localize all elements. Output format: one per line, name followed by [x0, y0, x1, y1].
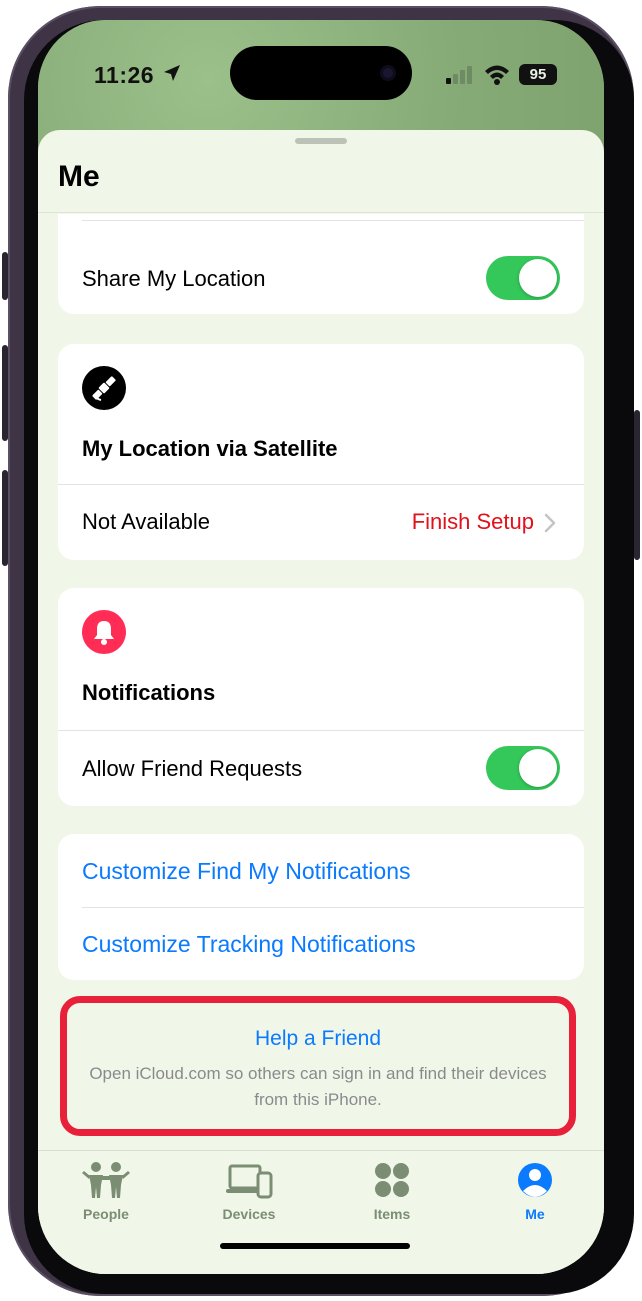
wifi-icon [485, 65, 509, 85]
satellite-status-label: Not Available [82, 509, 211, 534]
allow-friend-requests-toggle[interactable] [486, 746, 560, 790]
status-bar: 11:26 95 [38, 20, 604, 130]
battery-indicator: 95 [519, 64, 557, 85]
tab-bar: People Devices Items Me [38, 1150, 604, 1274]
sheet-grabber[interactable] [295, 138, 347, 144]
toggle-knob [519, 259, 557, 297]
tab-me[interactable]: Me [485, 1161, 585, 1222]
location-arrow-icon [164, 65, 180, 81]
tab-people-label: People [83, 1206, 129, 1222]
sheet-title: Me [58, 160, 100, 193]
share-location-label: Share My Location [82, 266, 266, 291]
header-divider [38, 212, 604, 213]
person-icon [518, 1163, 552, 1197]
finish-setup-link[interactable]: Finish Setup [412, 509, 534, 535]
tab-people[interactable]: People [56, 1161, 156, 1222]
home-indicator [220, 1243, 410, 1249]
allow-friend-requests-label: Allow Friend Requests [82, 756, 303, 781]
tab-me-label: Me [525, 1206, 545, 1222]
divider [82, 220, 584, 221]
status-time: 11:26 [94, 62, 155, 88]
satellite-icon [82, 366, 126, 410]
customize-find-my-notifications-link[interactable]: Customize Find My Notifications [82, 858, 411, 885]
notifications-title: Notifications [82, 680, 216, 705]
divider [58, 730, 584, 731]
people-icon [82, 1162, 130, 1198]
customize-tracking-notifications-link[interactable]: Customize Tracking Notifications [82, 931, 416, 958]
tab-items[interactable]: Items [342, 1161, 442, 1222]
satellite-title: My Location via Satellite [82, 436, 338, 461]
screen: 11:26 95 Me Share My Location My Locatio… [38, 20, 604, 1274]
dynamic-island [230, 46, 412, 100]
bell-icon [82, 610, 126, 654]
notification-links-card: Customize Find My Notifications Customiz… [58, 834, 584, 980]
help-a-friend-description: Open iCloud.com so others can sign in an… [89, 1064, 547, 1109]
share-location-card: Share My Location [58, 214, 584, 314]
camera-icon [380, 65, 396, 81]
chevron-right-icon [544, 513, 556, 533]
tab-devices[interactable]: Devices [199, 1161, 299, 1222]
help-a-friend-highlight: Help a Friend Open iCloud.com so others … [60, 996, 576, 1136]
toggle-knob [519, 749, 557, 787]
tab-devices-label: Devices [222, 1206, 276, 1222]
finish-setup-row[interactable]: Not Available Finish Setup [58, 485, 584, 560]
satellite-card: My Location via Satellite Not Available … [58, 344, 584, 560]
tab-items-label: Items [373, 1206, 411, 1222]
divider [82, 907, 584, 908]
notifications-card: Notifications Allow Friend Requests [58, 588, 584, 806]
cellular-signal-icon [446, 66, 472, 84]
me-sheet: Me Share My Location My Location via Sat… [38, 130, 604, 1274]
share-location-toggle[interactable] [486, 256, 560, 300]
devices-icon [226, 1164, 273, 1199]
help-a-friend-button[interactable]: Help a Friend [67, 1027, 569, 1051]
side-button[interactable] [634, 410, 640, 560]
items-icon [375, 1163, 409, 1197]
